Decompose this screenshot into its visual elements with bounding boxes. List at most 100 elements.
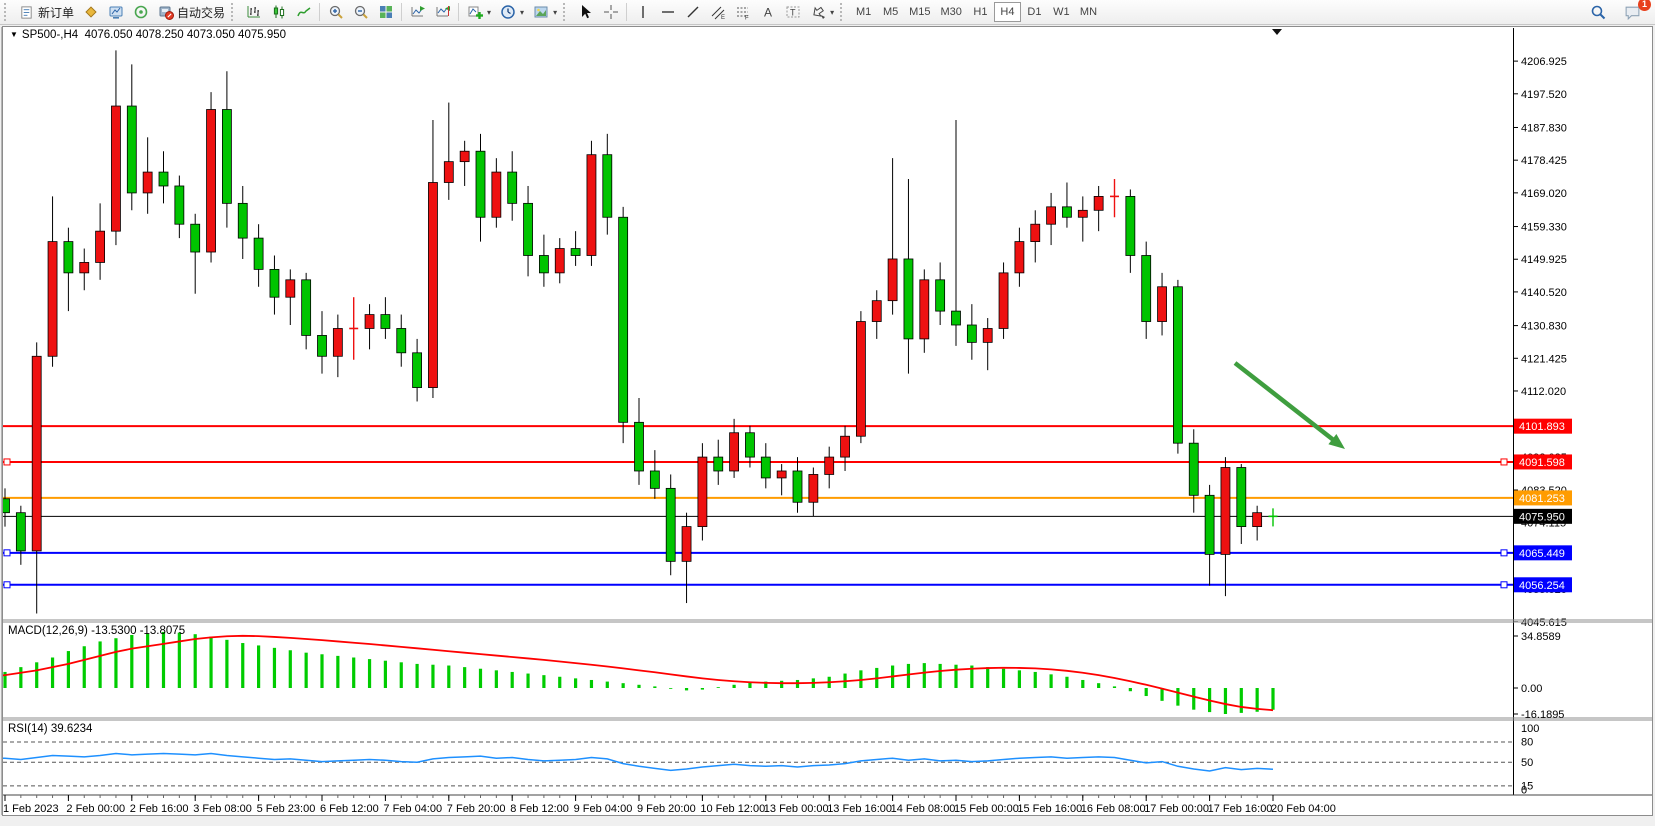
candle-body	[936, 280, 945, 311]
svg-text:E: E	[721, 15, 725, 20]
candle-body	[793, 471, 802, 502]
timeframe-m30-button[interactable]: M30	[936, 2, 967, 22]
line-chart-type-button[interactable]	[291, 1, 316, 23]
candle-body	[999, 273, 1008, 329]
candle-body	[587, 155, 596, 256]
time-axis-label: 2 Feb 00:00	[66, 803, 125, 815]
timeframe-h1-button[interactable]: H1	[967, 2, 994, 22]
trendline-icon	[684, 4, 701, 21]
candle-body	[1078, 210, 1087, 217]
collapse-triangle-icon[interactable]: ▼	[10, 30, 18, 39]
timeframe-m5-button[interactable]: M5	[877, 2, 904, 22]
hline-right-handle[interactable]	[1501, 459, 1507, 465]
autotrading-button[interactable]: 自动交易	[153, 1, 229, 23]
vertical-line-icon	[634, 4, 651, 21]
fibonacci-tool-button[interactable]: F	[730, 1, 755, 23]
add-indicator-button[interactable]: ▾	[462, 1, 495, 23]
timeframe-mn-button[interactable]: MN	[1075, 2, 1102, 22]
autotrading-label: 自动交易	[177, 4, 225, 21]
timeframe-m1-button[interactable]: M1	[850, 2, 877, 22]
bar-chart-type-button[interactable]	[241, 1, 266, 23]
dropdown-caret-icon: ▾	[520, 8, 524, 17]
candle	[999, 262, 1008, 338]
timeframe-h4-button[interactable]: H4	[994, 2, 1021, 22]
clock-icon	[499, 4, 516, 21]
new-order-icon	[18, 4, 35, 21]
crosshair-icon	[602, 4, 619, 21]
toolbar-grip[interactable]	[231, 3, 238, 21]
svg-text:A: A	[764, 6, 772, 20]
templates-button[interactable]: ▾	[528, 1, 561, 23]
text-tool-button[interactable]: A	[755, 1, 780, 23]
market-watch-button[interactable]	[103, 1, 128, 23]
time-axis-label: 14 Feb 08:00	[891, 803, 956, 815]
dropdown-caret-icon: ▾	[487, 8, 491, 17]
shapes-arrows-icon	[809, 4, 826, 21]
new-order-button[interactable]: 新订单	[14, 1, 78, 23]
candle-body	[952, 311, 961, 325]
candle-body	[1253, 513, 1262, 527]
periods-button[interactable]: ▾	[495, 1, 528, 23]
hline-left-handle[interactable]	[4, 550, 10, 556]
toolbar-grip[interactable]	[4, 3, 11, 21]
add-indicator-icon	[466, 4, 483, 21]
timeframe-d1-button[interactable]: D1	[1021, 2, 1048, 22]
time-axis-label: 15 Feb 16:00	[1017, 803, 1082, 815]
candle-body	[286, 280, 295, 297]
candlestick-chart-type-button[interactable]	[266, 1, 291, 23]
candle-body	[1189, 443, 1198, 495]
candle-body	[650, 471, 659, 488]
candle-body	[1237, 468, 1246, 527]
candle-body	[16, 513, 25, 551]
text-label-icon: T	[784, 4, 801, 21]
candle-body	[841, 436, 850, 457]
hline-left-handle[interactable]	[4, 459, 10, 465]
timeframe-m15-button[interactable]: M15	[904, 2, 935, 22]
notifications-button[interactable]: 1	[1620, 1, 1645, 23]
time-axis-label: 1 Feb 2023	[3, 803, 59, 815]
macd-name: MACD(12,26,9)	[8, 625, 88, 637]
price-line-axis-value: 4065.449	[1519, 548, 1565, 560]
candle-body	[1158, 287, 1167, 322]
label-tool-button[interactable]: T	[780, 1, 805, 23]
search-button[interactable]	[1585, 1, 1610, 23]
signal-icon	[132, 4, 149, 21]
auto-scroll-button[interactable]	[405, 1, 430, 23]
timeframe-w1-button[interactable]: W1	[1048, 2, 1075, 22]
hline-right-handle[interactable]	[1501, 582, 1507, 588]
signals-button[interactable]	[128, 1, 153, 23]
candle	[619, 207, 628, 443]
toolbar-grip[interactable]	[840, 3, 847, 21]
chart-canvas[interactable]: 4206.9254197.5204187.8304178.4254169.020…	[0, 0, 1655, 826]
trendline-tool-button[interactable]	[680, 1, 705, 23]
candle-body	[619, 217, 628, 422]
zoom-in-button[interactable]	[323, 1, 348, 23]
candle-body	[698, 457, 707, 527]
candlestick-icon	[270, 4, 287, 21]
channel-tool-button[interactable]: E	[705, 1, 730, 23]
tile-windows-button[interactable]	[373, 1, 398, 23]
rsi-axis-label: 80	[1521, 737, 1533, 749]
time-axis-label: 13 Feb 16:00	[827, 803, 892, 815]
gold-diamond-icon	[82, 4, 99, 21]
cursor-icon	[577, 4, 594, 21]
candle-body	[1047, 207, 1056, 224]
arrows-tool-button[interactable]: ▾	[805, 1, 838, 23]
candle-body	[635, 422, 644, 471]
candle-body	[143, 172, 152, 193]
cursor-tool-button[interactable]	[573, 1, 598, 23]
equidistant-channel-icon: E	[709, 4, 726, 21]
zoom-out-button[interactable]	[348, 1, 373, 23]
crosshair-tool-button[interactable]	[598, 1, 623, 23]
market-watch-icon	[107, 4, 124, 21]
hline-left-handle[interactable]	[4, 582, 10, 588]
application-window: 4206.9254197.5204187.8304178.4254169.020…	[0, 0, 1655, 826]
toolbar-grip[interactable]	[563, 3, 570, 21]
chart-shift-button[interactable]	[430, 1, 455, 23]
rsi-axis-label: 50	[1521, 757, 1533, 769]
price-line-axis-value: 4101.893	[1519, 421, 1565, 433]
horizontal-line-tool-button[interactable]	[655, 1, 680, 23]
charts-profile-button[interactable]	[78, 1, 103, 23]
vertical-line-tool-button[interactable]	[630, 1, 655, 23]
hline-right-handle[interactable]	[1501, 550, 1507, 556]
